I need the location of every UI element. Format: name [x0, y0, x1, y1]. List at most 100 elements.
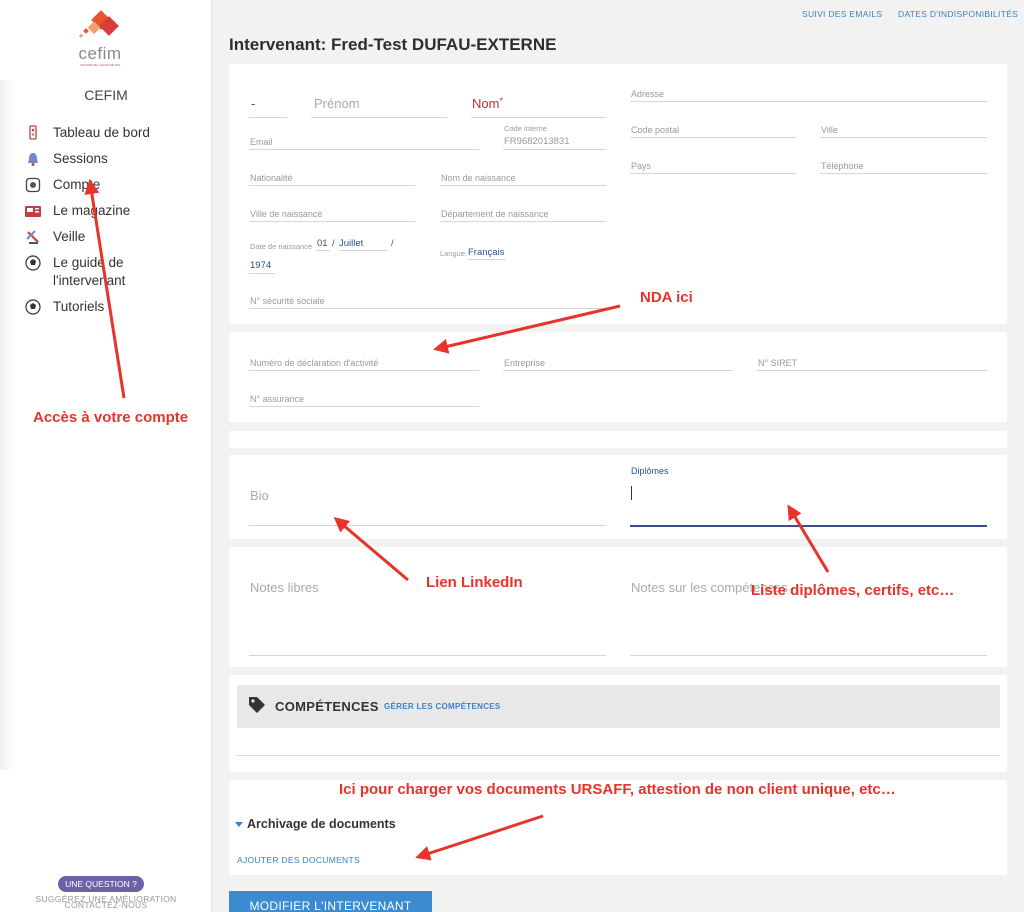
modify-speaker-button[interactable]: MODIFIER L'INTERVENANT — [229, 891, 432, 912]
language-value: Français — [468, 247, 505, 258]
archive-title[interactable]: Archivage de documents — [247, 817, 396, 831]
notes-placeholder: Notes libres — [250, 580, 319, 595]
annotation-linkedin: Lien LinkedIn — [426, 574, 523, 591]
address-field[interactable]: Adresse — [630, 86, 987, 102]
lastname-label: Nom* — [472, 96, 503, 111]
skills-divider — [237, 755, 1000, 756]
sidebar-item-magazine[interactable]: Le magazine — [24, 202, 204, 220]
postal-code-label: Code postal — [631, 125, 680, 135]
company-field[interactable]: Entreprise — [503, 355, 733, 371]
account-icon — [24, 176, 42, 194]
birth-month-value: Juillet — [339, 238, 364, 249]
birth-date-label: Date de naissance — [250, 242, 313, 251]
skills-title: COMPÉTENCES — [275, 699, 379, 714]
activity-declaration-field[interactable]: Numéro de déclaration d'activité — [249, 355, 479, 371]
logo[interactable]: cefim CENTRE DE L'AFOR DE ROI — [72, 10, 128, 70]
internal-code-field[interactable]: Code interne FR9682013831 — [503, 124, 606, 150]
date-separator: / — [332, 238, 335, 249]
country-field[interactable]: Pays — [630, 158, 796, 174]
magazine-icon — [24, 202, 42, 220]
sidebar-item-veille[interactable]: Veille — [24, 228, 204, 246]
dashboard-icon — [24, 124, 42, 142]
birth-name-field[interactable]: Nom de naissance — [440, 170, 606, 186]
firstname-placeholder: Prénom — [314, 96, 360, 111]
sidebar: cefim CENTRE DE L'AFOR DE ROI CEFIM Tabl… — [0, 0, 212, 912]
company-label: Entreprise — [504, 358, 546, 368]
ball-icon — [24, 254, 42, 272]
social-security-field[interactable]: N° sécurité sociale — [249, 293, 606, 309]
sidebar-item-guide[interactable]: Le guide de l'intervenant — [24, 254, 204, 290]
sidebar-item-label: Le magazine — [53, 203, 131, 218]
sidebar-item-tutorials[interactable]: Tutoriels — [24, 298, 204, 316]
address-label: Adresse — [631, 89, 665, 99]
question-button[interactable]: UNE QUESTION ? — [58, 876, 144, 892]
page-title: Intervenant: Fred-Test DUFAU-EXTERNE — [229, 35, 557, 54]
manage-skills-link[interactable]: GÉRER LES COMPÉTENCES — [384, 702, 501, 711]
sidebar-item-label: Le guide de l'intervenant — [53, 255, 126, 288]
language-select[interactable]: Français — [468, 246, 506, 260]
required-mark: * — [499, 96, 503, 106]
sidebar-item-account[interactable]: Compte — [24, 176, 204, 194]
annotation-nda: NDA ici — [640, 289, 693, 306]
date-separator: / — [391, 238, 394, 249]
nationality-label: Nationalité — [250, 173, 293, 183]
birth-city-field[interactable]: Ville de naissance — [249, 206, 415, 222]
country-label: Pays — [631, 161, 652, 171]
phone-field[interactable]: Téléphone — [820, 158, 987, 174]
sidebar-item-label: Compte — [53, 177, 101, 192]
city-field[interactable]: Ville — [820, 122, 987, 138]
birth-month-select[interactable]: Juillet — [339, 237, 387, 251]
text-cursor — [631, 486, 632, 500]
nationality-field[interactable]: Nationalité — [249, 170, 415, 186]
annotation-diplomas: Liste diplômes, certifs, etc… — [751, 582, 955, 599]
lastname-input[interactable]: Nom* — [471, 96, 606, 118]
bell-icon — [24, 150, 42, 168]
birth-department-label: Département de naissance — [441, 209, 549, 219]
diplomas-label: Diplômes — [631, 466, 669, 476]
birth-name-label: Nom de naissance — [441, 173, 516, 183]
satellite-icon — [24, 228, 42, 246]
sidebar-nav: Tableau de bord Sessions Compte Le magaz… — [24, 124, 204, 324]
sidebar-item-label: Tableau de bord — [53, 125, 150, 140]
email-label: Email — [250, 137, 273, 147]
lastname-label-text: Nom — [472, 96, 500, 111]
firstname-input[interactable]: Prénom — [311, 96, 447, 118]
bio-textarea[interactable]: Bio — [249, 480, 606, 526]
unavailability-dates-link[interactable]: DATES D'INDISPONIBILITÉS — [898, 9, 1018, 19]
annotation-account: Accès à votre compte — [33, 409, 189, 426]
insurance-field[interactable]: N° assurance — [249, 391, 479, 407]
bio-placeholder: Bio — [250, 488, 269, 503]
birth-city-label: Ville de naissance — [250, 209, 323, 219]
postal-code-field[interactable]: Code postal — [630, 122, 796, 138]
internal-code-value: FR9682013831 — [504, 136, 570, 147]
sidebar-item-label: Tutoriels — [53, 299, 105, 314]
emails-tracking-link[interactable]: SUIVI DES EMAILS — [802, 9, 882, 19]
add-documents-link[interactable]: AJOUTER DES DOCUMENTS — [237, 855, 360, 865]
diplomas-textarea[interactable] — [630, 480, 987, 527]
sidebar-shadow — [0, 80, 14, 770]
annotation-documents: Ici pour charger vos documents URSAFF, a… — [339, 781, 896, 798]
sidebar-item-sessions[interactable]: Sessions — [24, 150, 204, 168]
birth-year-select[interactable]: 1974 — [249, 259, 275, 274]
logo-text: cefim — [78, 44, 122, 63]
internal-code-label: Code interne — [504, 124, 547, 133]
tag-icon — [247, 695, 267, 720]
language-label: Langue: — [440, 249, 468, 258]
email-field[interactable]: Email — [249, 134, 479, 150]
sidebar-item-label: Sessions — [53, 151, 108, 166]
insurance-label: N° assurance — [250, 394, 305, 404]
sidebar-item-dashboard[interactable]: Tableau de bord — [24, 124, 204, 142]
logo-subtitle: CENTRE DE L'AFOR DE ROI — [80, 63, 120, 67]
social-security-label: N° sécurité sociale — [250, 296, 325, 306]
civility-select[interactable]: - — [249, 96, 287, 118]
city-label: Ville — [821, 125, 838, 135]
caret-down-icon[interactable] — [235, 822, 243, 827]
spacer-card — [229, 431, 1007, 448]
contact-us-link[interactable]: CONTACTEZ-NOUS — [0, 900, 212, 910]
birth-department-field[interactable]: Département de naissance — [440, 206, 606, 222]
siret-field[interactable]: N° SIRET — [757, 355, 987, 371]
birth-day-select[interactable]: 01 — [316, 237, 330, 251]
activity-declaration-label: Numéro de déclaration d'activité — [250, 358, 379, 368]
civility-value: - — [251, 96, 256, 111]
phone-label: Téléphone — [821, 161, 864, 171]
